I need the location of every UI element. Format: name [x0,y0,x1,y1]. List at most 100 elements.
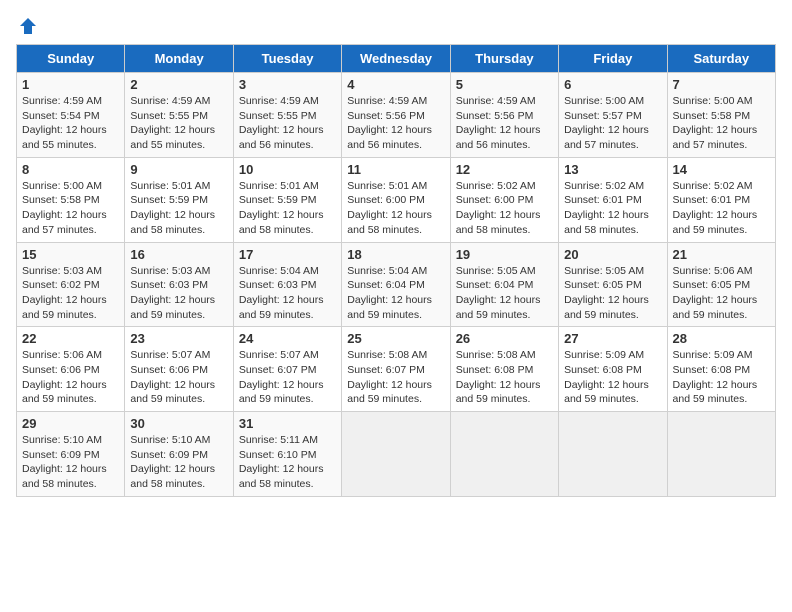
cell-info: Sunrise: 5:10 AMSunset: 6:09 PMDaylight:… [22,433,119,492]
day-number: 8 [22,162,119,177]
cell-info: Sunrise: 5:02 AMSunset: 6:01 PMDaylight:… [564,179,661,238]
cell-info: Sunrise: 4:59 AMSunset: 5:56 PMDaylight:… [347,94,444,153]
cell-info: Sunrise: 5:04 AMSunset: 6:03 PMDaylight:… [239,264,336,323]
calendar-cell: 16 Sunrise: 5:03 AMSunset: 6:03 PMDayligh… [125,242,233,327]
cell-info: Sunrise: 5:01 AMSunset: 5:59 PMDaylight:… [130,179,227,238]
cell-info: Sunrise: 5:03 AMSunset: 6:02 PMDaylight:… [22,264,119,323]
calendar-cell: 30 Sunrise: 5:10 AMSunset: 6:09 PMDayligh… [125,412,233,497]
header-day-monday: Monday [125,45,233,73]
cell-info: Sunrise: 5:01 AMSunset: 5:59 PMDaylight:… [239,179,336,238]
week-row-5: 29Sunrise: 5:10 AMSunset: 6:09 PMDayligh… [17,412,776,497]
header-day-thursday: Thursday [450,45,558,73]
day-number: 11 [347,162,444,177]
cell-info: Sunrise: 4:59 AMSunset: 5:56 PMDaylight:… [456,94,553,153]
calendar-cell [342,412,450,497]
calendar-cell: 15 Sunrise: 5:03 AMSunset: 6:02 PMDayligh… [17,242,125,327]
calendar-cell: 14 Sunrise: 5:02 AMSunset: 6:01 PMDayligh… [667,157,775,242]
calendar-cell: 28Sunrise: 5:09 AMSunset: 6:08 PMDayligh… [667,327,775,412]
header-row: SundayMondayTuesdayWednesdayThursdayFrid… [17,45,776,73]
day-number: 17 [239,247,336,262]
calendar-cell: 7 Sunrise: 5:00 AMSunset: 5:58 PMDaylight… [667,73,775,158]
calendar-cell: 21 Sunrise: 5:06 AMSunset: 6:05 PMDayligh… [667,242,775,327]
cell-info: Sunrise: 5:05 AMSunset: 6:04 PMDaylight:… [456,264,553,323]
calendar-cell: 26 Sunrise: 5:08 AMSunset: 6:08 PMDayligh… [450,327,558,412]
calendar-cell: 9 Sunrise: 5:01 AMSunset: 5:59 PMDaylight… [125,157,233,242]
day-number: 9 [130,162,227,177]
calendar-cell: 25Sunrise: 5:08 AMSunset: 6:07 PMDayligh… [342,327,450,412]
day-number: 5 [456,77,553,92]
calendar-cell: 23Sunrise: 5:07 AMSunset: 6:06 PMDayligh… [125,327,233,412]
day-number: 25 [347,331,444,346]
cell-info: Sunrise: 5:11 AMSunset: 6:10 PMDaylight:… [239,433,336,492]
cell-info: Sunrise: 4:59 AMSunset: 5:55 PMDaylight:… [239,94,336,153]
logo-icon [18,16,38,36]
calendar-header: SundayMondayTuesdayWednesdayThursdayFrid… [17,45,776,73]
day-number: 20 [564,247,661,262]
week-row-2: 8Sunrise: 5:00 AMSunset: 5:58 PMDaylight… [17,157,776,242]
day-number: 30 [130,416,227,431]
day-number: 1 [22,77,119,92]
header-day-saturday: Saturday [667,45,775,73]
cell-info: Sunrise: 5:03 AMSunset: 6:03 PMDaylight:… [130,264,227,323]
calendar-cell: 5 Sunrise: 4:59 AMSunset: 5:56 PMDaylight… [450,73,558,158]
cell-info: Sunrise: 5:01 AMSunset: 6:00 PMDaylight:… [347,179,444,238]
calendar-cell [450,412,558,497]
header-day-sunday: Sunday [17,45,125,73]
cell-info: Sunrise: 5:02 AMSunset: 6:00 PMDaylight:… [456,179,553,238]
calendar-cell: 31Sunrise: 5:11 AMSunset: 6:10 PMDayligh… [233,412,341,497]
day-number: 24 [239,331,336,346]
calendar-cell: 4 Sunrise: 4:59 AMSunset: 5:56 PMDaylight… [342,73,450,158]
calendar-cell: 20 Sunrise: 5:05 AMSunset: 6:05 PMDayligh… [559,242,667,327]
cell-info: Sunrise: 5:09 AMSunset: 6:08 PMDaylight:… [564,348,661,407]
calendar-cell: 29Sunrise: 5:10 AMSunset: 6:09 PMDayligh… [17,412,125,497]
cell-info: Sunrise: 5:06 AMSunset: 6:06 PMDaylight:… [22,348,119,407]
calendar-cell [667,412,775,497]
day-number: 3 [239,77,336,92]
calendar-cell: 13 Sunrise: 5:02 AMSunset: 6:01 PMDayligh… [559,157,667,242]
calendar-cell: 24Sunrise: 5:07 AMSunset: 6:07 PMDayligh… [233,327,341,412]
cell-info: Sunrise: 5:00 AMSunset: 5:58 PMDaylight:… [673,94,770,153]
day-number: 22 [22,331,119,346]
day-number: 19 [456,247,553,262]
week-row-3: 15 Sunrise: 5:03 AMSunset: 6:02 PMDayligh… [17,242,776,327]
cell-info: Sunrise: 5:02 AMSunset: 6:01 PMDaylight:… [673,179,770,238]
calendar-cell: 17 Sunrise: 5:04 AMSunset: 6:03 PMDayligh… [233,242,341,327]
day-number: 16 [130,247,227,262]
cell-info: Sunrise: 5:06 AMSunset: 6:05 PMDaylight:… [673,264,770,323]
day-number: 23 [130,331,227,346]
cell-info: Sunrise: 5:00 AMSunset: 5:57 PMDaylight:… [564,94,661,153]
calendar-table: SundayMondayTuesdayWednesdayThursdayFrid… [16,44,776,497]
day-number: 12 [456,162,553,177]
calendar-cell: 22 Sunrise: 5:06 AMSunset: 6:06 PMDayligh… [17,327,125,412]
header-day-friday: Friday [559,45,667,73]
cell-info: Sunrise: 5:08 AMSunset: 6:08 PMDaylight:… [456,348,553,407]
header-day-tuesday: Tuesday [233,45,341,73]
calendar-cell: 10 Sunrise: 5:01 AMSunset: 5:59 PMDayligh… [233,157,341,242]
calendar-cell: 18 Sunrise: 5:04 AMSunset: 6:04 PMDayligh… [342,242,450,327]
day-number: 10 [239,162,336,177]
day-number: 2 [130,77,227,92]
day-number: 7 [673,77,770,92]
cell-info: Sunrise: 4:59 AMSunset: 5:55 PMDaylight:… [130,94,227,153]
calendar-cell [559,412,667,497]
week-row-4: 22 Sunrise: 5:06 AMSunset: 6:06 PMDayligh… [17,327,776,412]
calendar-cell: 2 Sunrise: 4:59 AMSunset: 5:55 PMDaylight… [125,73,233,158]
calendar-cell: 8Sunrise: 5:00 AMSunset: 5:58 PMDaylight… [17,157,125,242]
calendar-cell: 19 Sunrise: 5:05 AMSunset: 6:04 PMDayligh… [450,242,558,327]
day-number: 4 [347,77,444,92]
cell-info: Sunrise: 5:10 AMSunset: 6:09 PMDaylight:… [130,433,227,492]
day-number: 21 [673,247,770,262]
cell-info: Sunrise: 5:05 AMSunset: 6:05 PMDaylight:… [564,264,661,323]
day-number: 26 [456,331,553,346]
cell-info: Sunrise: 4:59 AMSunset: 5:54 PMDaylight:… [22,94,119,153]
day-number: 6 [564,77,661,92]
cell-info: Sunrise: 5:04 AMSunset: 6:04 PMDaylight:… [347,264,444,323]
logo [16,16,38,36]
day-number: 27 [564,331,661,346]
day-number: 15 [22,247,119,262]
day-number: 28 [673,331,770,346]
day-number: 14 [673,162,770,177]
day-number: 18 [347,247,444,262]
day-number: 13 [564,162,661,177]
calendar-body: 1 Sunrise: 4:59 AMSunset: 5:54 PMDaylight… [17,73,776,497]
